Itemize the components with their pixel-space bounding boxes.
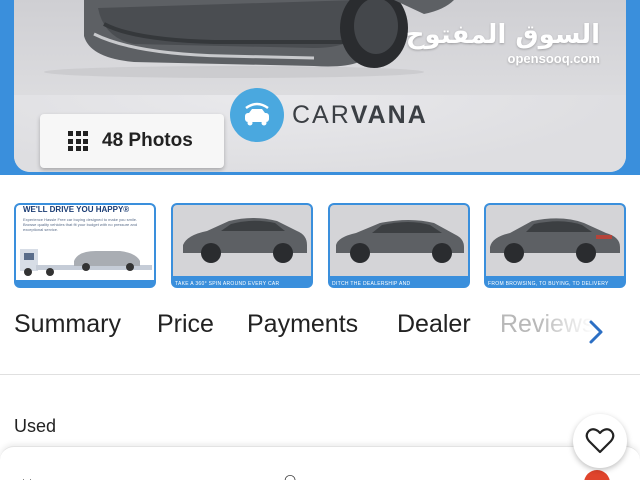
thumbnail-image — [330, 205, 468, 276]
thumbnail-caption: FROM BROWSING, TO BUYING, TO DELIVERY — [488, 281, 609, 287]
carvana-wordmark: CARVANA — [292, 101, 428, 130]
divider — [0, 374, 640, 375]
tab-payments[interactable]: Payments — [247, 310, 358, 339]
thumbnail-ad[interactable]: WE'LL DRIVE YOU HAPPY® Experience Hassle… — [14, 203, 156, 288]
thumbnail-caption: DITCH THE DEALERSHIP AND — [332, 281, 411, 287]
card-partial-glyph: ◠ — [284, 471, 297, 480]
section-tabs: Summary Price Payments Dealer Reviews — [0, 310, 640, 358]
tab-reviews[interactable]: Reviews — [500, 310, 594, 339]
tab-dealer[interactable]: Dealer — [397, 310, 471, 339]
tow-truck-image — [20, 249, 152, 276]
opensooq-watermark: السوق المفتوح opensooq.com — [406, 18, 600, 66]
thumbnail-photo[interactable]: TAKE A 360° SPIN AROUND EVERY CAR — [171, 203, 313, 288]
condition-label: Used — [14, 416, 57, 436]
car-badge-icon — [230, 88, 284, 142]
tab-summary[interactable]: Summary — [14, 310, 121, 339]
watermark-arabic: السوق المفتوح — [405, 20, 600, 50]
hero-photo[interactable]: السوق المفتوح opensooq.com CARVANA 48 Ph… — [14, 0, 626, 172]
ad-title: WE'LL DRIVE YOU HAPPY® — [23, 205, 130, 214]
details-card: ▴▴ ◠ — [0, 446, 640, 480]
carvana-logo: CARVANA — [230, 88, 428, 142]
watermark-latin: opensooq.com — [507, 51, 600, 66]
thumbnail-image — [173, 205, 311, 276]
car-rear-image — [490, 218, 620, 263]
car-side-image — [336, 220, 464, 263]
thumbnail-photo[interactable]: DITCH THE DEALERSHIP AND — [328, 203, 470, 288]
thumbnail-strip: WE'LL DRIVE YOU HAPPY® Experience Hassle… — [14, 203, 640, 288]
card-partial-glyph: ▴▴ — [20, 473, 34, 480]
tab-price[interactable]: Price — [157, 310, 214, 339]
grid-icon — [68, 131, 88, 151]
ad-text: Experience Hassle Free car buying design… — [23, 217, 138, 232]
photos-button-label: 48 Photos — [102, 130, 193, 151]
car-side-image — [183, 218, 307, 263]
heart-icon — [585, 428, 615, 454]
photos-button[interactable]: 48 Photos — [40, 114, 224, 168]
listing-page: السوق المفتوح opensooq.com CARVANA 48 Ph… — [0, 0, 640, 480]
carvana-word-light: CAR — [292, 100, 351, 129]
thumbnail-caption: TAKE A 360° SPIN AROUND EVERY CAR — [175, 281, 280, 287]
carvana-word-bold: VANA — [350, 100, 428, 129]
thumbnail-ad-panel: WE'LL DRIVE YOU HAPPY® Experience Hassle… — [16, 205, 154, 280]
thumbnail-photo[interactable]: FROM BROWSING, TO BUYING, TO DELIVERY — [484, 203, 626, 288]
chevron-right-icon[interactable] — [586, 318, 606, 346]
favorite-button[interactable] — [573, 414, 627, 468]
thumbnail-image — [486, 205, 624, 276]
